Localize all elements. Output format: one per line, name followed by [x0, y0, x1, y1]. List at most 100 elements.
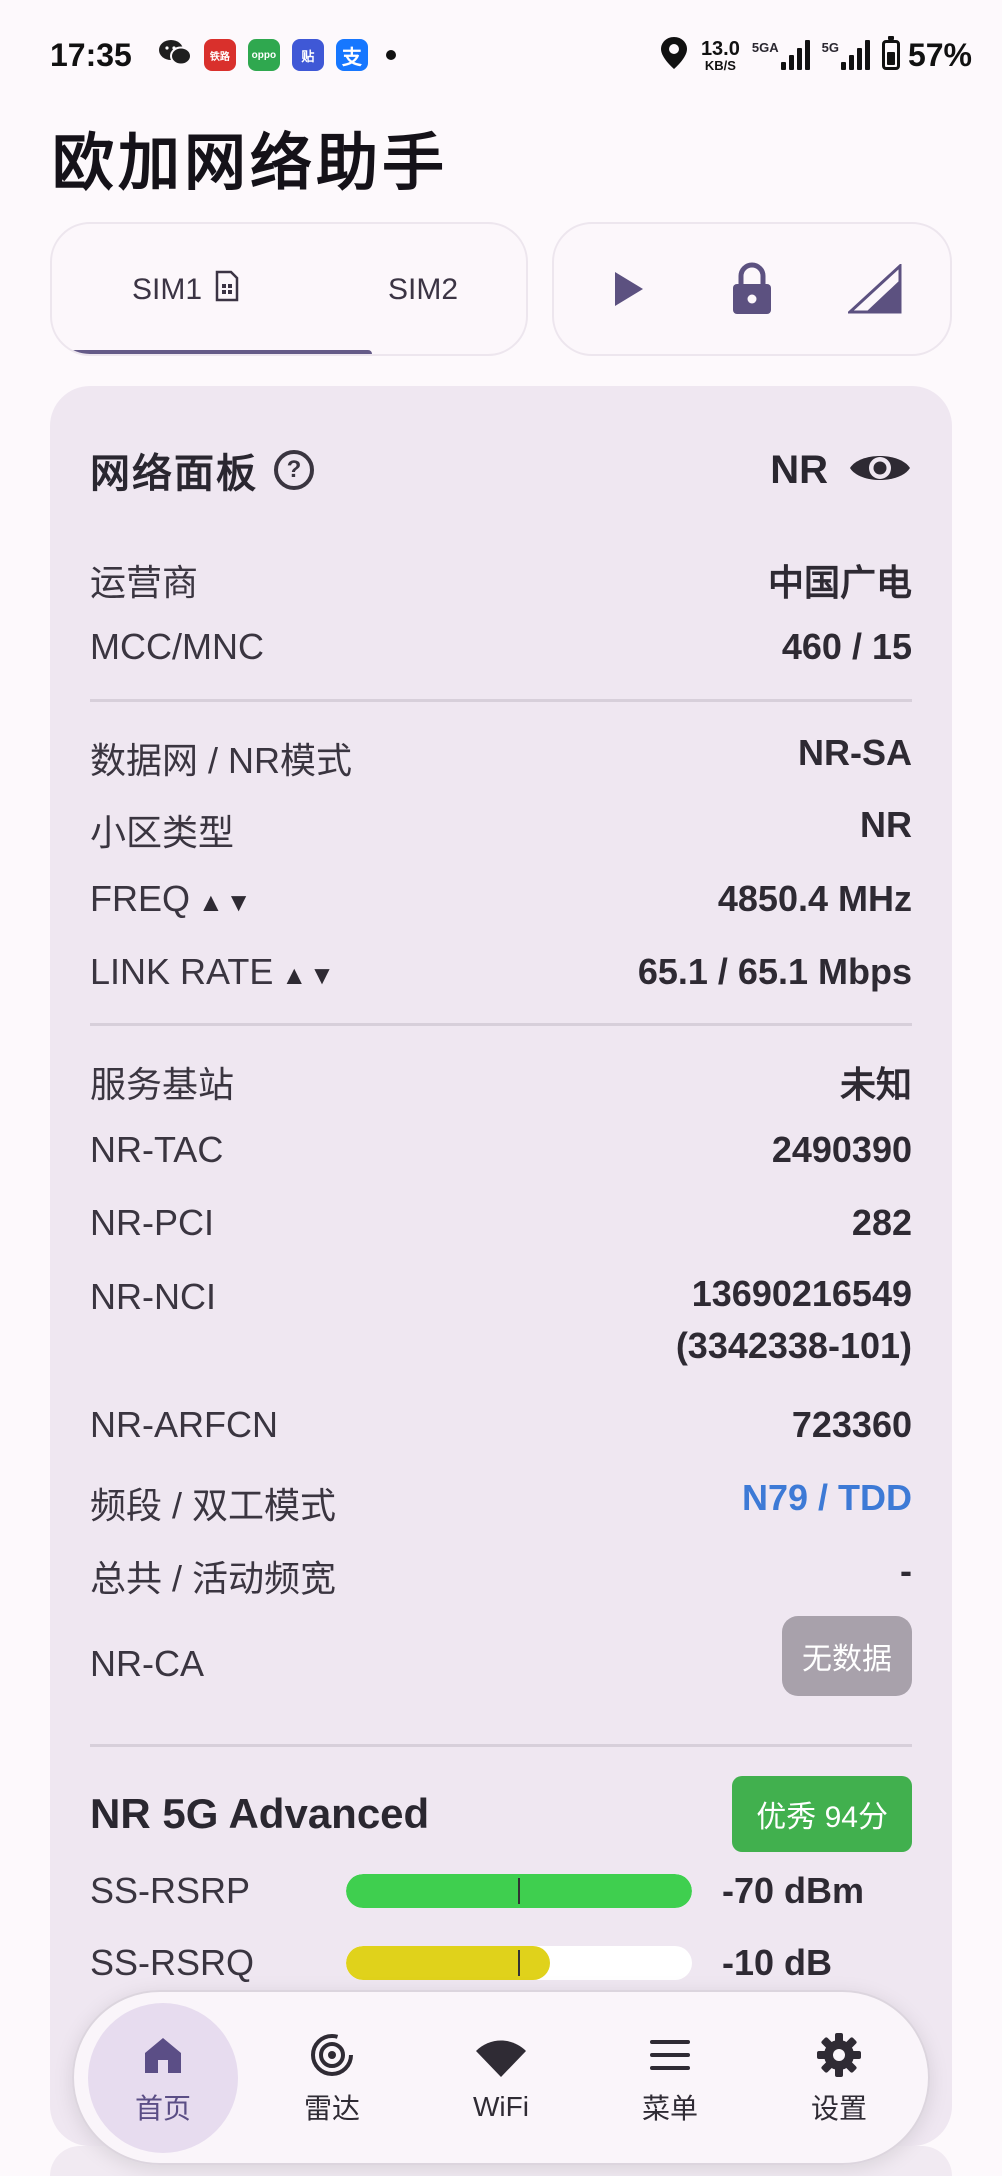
row-nr-arfcn: NR-ARFCN 723360 — [90, 1404, 912, 1446]
menu-icon — [649, 2029, 691, 2081]
gear-icon — [816, 2029, 862, 2081]
row-label: 小区类型 — [90, 812, 235, 853]
meter-ss-rsrq: SS-RSRQ -10 dB — [90, 1942, 912, 1984]
battery-icon — [881, 36, 900, 70]
row-nr-nci: NR-NCI 13690216549 (3342338-101) — [90, 1273, 912, 1372]
nav-home[interactable]: 首页 — [88, 2002, 238, 2153]
row-value: 282 — [851, 1202, 912, 1243]
tieba-app-icon: 贴 — [291, 39, 324, 71]
row-value: 2490390 — [771, 1129, 912, 1170]
meter-value: -10 dB — [722, 1942, 833, 1983]
panel-header: 网络面板 ? NR — [90, 442, 912, 498]
row-value: NR — [860, 804, 912, 845]
home-icon — [141, 2029, 185, 2081]
row-value: - — [900, 1550, 912, 1591]
help-icon[interactable]: ? — [274, 450, 314, 490]
alipay-icon: 支 — [335, 39, 368, 71]
action-toolbar — [552, 222, 952, 356]
divider — [90, 1023, 912, 1026]
meter-value: -70 dBm — [722, 1870, 865, 1911]
meter-midpoint — [518, 1950, 520, 1976]
no-data-badge: 无数据 — [782, 1616, 912, 1696]
network-speed: 13.0 KB/S — [701, 39, 740, 72]
row-value: 13690216549 — [691, 1273, 912, 1314]
row-label: NR-CA — [90, 1643, 204, 1684]
sim-card-icon — [214, 270, 240, 310]
row-bandwidth: 总共 / 活动频宽 - — [90, 1550, 912, 1602]
row-value: NR-SA — [798, 732, 912, 773]
bottom-navigation: 首页 雷达 WiFi 菜单 设置 — [72, 1990, 930, 2165]
row-label: NR-TAC — [90, 1129, 224, 1170]
row-value-group: 13690216549 (3342338-101) — [676, 1268, 912, 1372]
eye-icon[interactable] — [848, 448, 912, 493]
meter-label: SS-RSRP — [90, 1870, 251, 1911]
row-value: 460 / 15 — [781, 626, 912, 667]
row-label: FREQ — [90, 878, 191, 919]
row-value-secondary: (3342338-101) — [675, 1325, 912, 1366]
row-label: NR-ARFCN — [90, 1404, 278, 1445]
tab-active-indicator — [70, 350, 372, 354]
lock-button[interactable] — [707, 244, 797, 334]
panel-title-group: 网络面板 ? — [90, 441, 314, 499]
row-label: MCC/MNC — [90, 626, 264, 667]
tab-sim1[interactable]: SIM1 — [52, 224, 320, 354]
battery-fill — [886, 52, 895, 65]
status-bar-right: 13.0 KB/S 5GA 5G 57% — [659, 35, 972, 76]
nav-label: 首页 — [134, 2092, 191, 2124]
app-title: 欧加网络助手 — [52, 129, 449, 198]
row-label-group: LINK RATE ▲▼ — [90, 951, 337, 993]
row-carrier: 运营商 中国广电 — [90, 554, 912, 606]
up-down-arrows-icon: ▲▼ — [281, 960, 337, 990]
nav-wifi[interactable]: WiFi — [426, 2003, 576, 2153]
row-label: LINK RATE — [90, 951, 274, 992]
row-label: NR-NCI — [90, 1276, 216, 1317]
row-value: 65.1 / 65.1 Mbps — [637, 951, 912, 992]
row-link-rate[interactable]: LINK RATE ▲▼ 65.1 / 65.1 Mbps — [90, 951, 912, 993]
tab-sim2-label: SIM2 — [387, 273, 459, 306]
nav-settings[interactable]: 设置 — [764, 2003, 914, 2153]
speed-unit: KB/S — [704, 57, 736, 73]
signal-meter — [346, 1946, 692, 1980]
panel-mode-group: NR — [770, 448, 912, 493]
row-data-network-mode: 数据网 / NR模式 NR-SA — [90, 732, 912, 784]
sim1-network-label: 5GA — [751, 40, 779, 55]
nr-section-header: NR 5G Advanced 优秀 94分 — [90, 1776, 912, 1852]
row-value: 中国广电 — [767, 562, 912, 603]
tab-sim2[interactable]: SIM2 — [320, 224, 526, 354]
nav-radar[interactable]: 雷达 — [257, 2003, 407, 2153]
row-label: 频段 / 双工模式 — [90, 1485, 337, 1526]
row-cell-type: 小区类型 NR — [90, 804, 912, 856]
tab-sim1-label: SIM1 — [131, 273, 203, 306]
play-button[interactable] — [584, 244, 674, 334]
nr-section-title: NR 5G Advanced — [90, 1790, 430, 1837]
row-value: N79 / TDD — [741, 1477, 912, 1518]
row-label: 运营商 — [90, 562, 199, 603]
up-down-arrows-icon: ▲▼ — [198, 887, 254, 917]
row-freq[interactable]: FREQ ▲▼ 4850.4 MHz — [90, 878, 912, 920]
meter-midpoint — [518, 1878, 520, 1904]
row-nr-pci: NR-PCI 282 — [90, 1202, 912, 1244]
battery-indicator: 57% — [881, 36, 972, 74]
row-mcc-mnc: MCC/MNC 460 / 15 — [90, 626, 912, 668]
divider — [90, 699, 912, 702]
nav-menu[interactable]: 菜单 — [595, 2003, 745, 2153]
row-label: NR-PCI — [90, 1202, 214, 1243]
network-panel: 网络面板 ? NR 运营商 中国广电 MCC/MNC 460 / 15 数据网 … — [50, 386, 952, 2146]
row-value: 未知 — [839, 1064, 912, 1105]
status-bar: 17:35 铁路 oppo 贴 支 13.0 KB/S 5GA 5G 57% — [0, 0, 1002, 110]
wechat-icon — [158, 38, 192, 73]
signal-button[interactable] — [830, 244, 920, 334]
meter-label: SS-RSRQ — [90, 1942, 255, 1983]
location-icon — [659, 35, 689, 76]
row-label: 服务基站 — [90, 1064, 235, 1105]
nav-label: WiFi — [473, 2090, 529, 2122]
play-icon — [615, 272, 644, 306]
signal-bars-icon — [840, 40, 870, 70]
radar-icon — [309, 2029, 355, 2081]
sim2-signal: 5G — [822, 40, 870, 70]
row-serving-cell: 服务基站 未知 — [90, 1056, 912, 1108]
signal-meter — [346, 1874, 692, 1908]
oppo-app-icon: oppo — [247, 39, 280, 71]
battery-percent: 57% — [907, 36, 972, 73]
nav-label: 雷达 — [303, 2092, 360, 2124]
